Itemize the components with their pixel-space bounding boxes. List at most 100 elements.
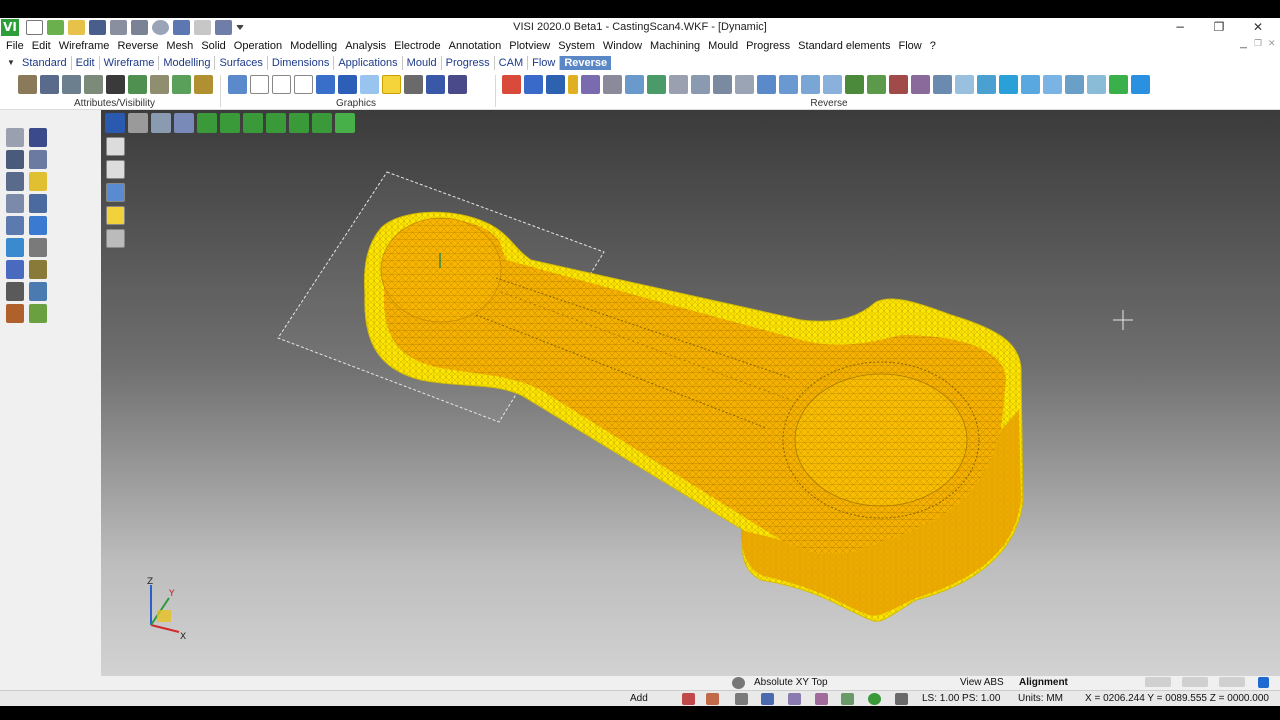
select-solid-icon[interactable] xyxy=(29,238,47,257)
menu-edit[interactable]: Edit xyxy=(28,40,55,52)
mesh-surface-icon[interactable] xyxy=(999,75,1018,94)
show-entity-icon[interactable] xyxy=(62,75,81,94)
zoom-icon[interactable] xyxy=(152,20,169,35)
query-icon[interactable] xyxy=(6,260,24,279)
select-edge-icon[interactable] xyxy=(29,194,47,213)
new-icon[interactable] xyxy=(26,20,43,35)
tab-dimensions[interactable]: Dimensions xyxy=(268,55,335,70)
shade-hidden-icon[interactable] xyxy=(106,160,125,179)
select-window-icon[interactable] xyxy=(6,150,24,169)
mesh-color-map-icon[interactable] xyxy=(1109,75,1128,94)
point-cloud-icon[interactable] xyxy=(502,75,521,94)
mesh-trim-icon[interactable] xyxy=(911,75,930,94)
menu-flow[interactable]: Flow xyxy=(895,40,926,52)
mesh-fit-icon[interactable] xyxy=(1021,75,1040,94)
print-icon[interactable] xyxy=(131,20,148,35)
select-filter-icon[interactable] xyxy=(29,128,47,147)
save-icon[interactable] xyxy=(89,20,106,35)
mesh-transform-icon[interactable] xyxy=(1087,75,1106,94)
mode-label[interactable]: Add xyxy=(630,693,648,704)
mdi-minimize-icon[interactable]: ▁ xyxy=(1240,39,1247,49)
menu-reverse[interactable]: Reverse xyxy=(113,40,162,52)
menu-modelling[interactable]: Modelling xyxy=(286,40,341,52)
status-info-icon[interactable] xyxy=(1258,677,1269,688)
shaded-edges-icon[interactable] xyxy=(338,75,357,94)
mesh-cylinder-icon[interactable] xyxy=(1065,75,1084,94)
layer-status-icon[interactable] xyxy=(815,693,828,705)
mesh-view-icon[interactable] xyxy=(404,75,423,94)
mesh-smooth-icon[interactable] xyxy=(625,75,644,94)
menu-window[interactable]: Window xyxy=(599,40,646,52)
menu-analysis[interactable]: Analysis xyxy=(341,40,390,52)
mesh-export-icon[interactable] xyxy=(1131,75,1150,94)
menu-solid[interactable]: Solid xyxy=(197,40,229,52)
redo-icon[interactable] xyxy=(194,20,211,35)
close-button[interactable]: ✕ xyxy=(1238,18,1278,37)
menu-progress[interactable]: Progress xyxy=(742,40,794,52)
mesh-clean-icon[interactable] xyxy=(581,75,600,94)
tab-reverse[interactable]: Reverse xyxy=(560,55,612,70)
properties-icon[interactable] xyxy=(6,304,24,323)
hide-entity-icon[interactable] xyxy=(84,75,103,94)
ribbon-dropdown-icon[interactable]: ▼ xyxy=(4,58,18,67)
restore-button[interactable]: ❐ xyxy=(1199,18,1239,37)
open-folder-icon[interactable] xyxy=(68,20,85,35)
attribute-icon[interactable] xyxy=(18,75,37,94)
tab-progress[interactable]: Progress xyxy=(442,55,495,70)
add-visibility-icon[interactable] xyxy=(172,75,191,94)
shade-mesh-icon[interactable] xyxy=(106,229,125,248)
menu-system[interactable]: System xyxy=(554,40,599,52)
customize-dropdown-icon[interactable] xyxy=(236,25,244,30)
undo-icon[interactable] xyxy=(173,20,190,35)
mesh-refine-icon[interactable] xyxy=(955,75,974,94)
clipping-icon[interactable] xyxy=(448,75,467,94)
mesh-merge-icon[interactable] xyxy=(735,75,754,94)
print-setup-icon[interactable] xyxy=(110,20,127,35)
menu-plotview[interactable]: Plotview xyxy=(505,40,554,52)
select-face-icon[interactable] xyxy=(6,216,24,235)
view-name[interactable]: Absolute XY Top xyxy=(754,677,828,688)
layer-manager-icon[interactable] xyxy=(29,304,47,323)
transparent-icon[interactable] xyxy=(360,75,379,94)
mesh-align-icon[interactable] xyxy=(757,75,776,94)
filter-icon[interactable] xyxy=(568,75,578,94)
regen-status-icon[interactable] xyxy=(868,693,881,705)
lock-icon[interactable] xyxy=(735,693,748,705)
shaded-icon[interactable] xyxy=(316,75,335,94)
remove-visibility-icon[interactable] xyxy=(194,75,213,94)
connecting-rod-mesh[interactable] xyxy=(364,211,1024,622)
regenerate-icon[interactable] xyxy=(228,75,247,94)
tab-modelling[interactable]: Modelling xyxy=(159,55,216,70)
view-search-icon[interactable] xyxy=(732,677,745,689)
minimize-button[interactable]: − xyxy=(1160,18,1200,37)
view-bottom-icon[interactable] xyxy=(289,113,309,133)
filter-status-icon[interactable] xyxy=(788,693,801,705)
shade-wire-icon[interactable] xyxy=(106,137,125,156)
snap-icon[interactable] xyxy=(682,693,695,705)
tab-surfaces[interactable]: Surfaces xyxy=(215,55,268,70)
tab-cam[interactable]: CAM xyxy=(495,55,529,70)
grid-snap-icon[interactable] xyxy=(706,693,719,705)
menu-standard-elements[interactable]: Standard elements xyxy=(794,40,894,52)
alignment-label[interactable]: Alignment xyxy=(1019,677,1068,688)
tab-edit[interactable]: Edit xyxy=(72,55,100,70)
menu-mesh[interactable]: Mesh xyxy=(162,40,197,52)
3d-viewport[interactable]: Z Y X xyxy=(101,110,1280,676)
menu-mould[interactable]: Mould xyxy=(704,40,742,52)
mdi-close-icon[interactable]: ✕ xyxy=(1268,39,1276,49)
view-menu-icon[interactable] xyxy=(105,113,125,133)
menu-machining[interactable]: Machining xyxy=(646,40,704,52)
shade-render-icon[interactable] xyxy=(106,206,125,225)
menu-wireframe[interactable]: Wireframe xyxy=(55,40,114,52)
layer-icon[interactable] xyxy=(40,75,59,94)
tab-applications[interactable]: Applications xyxy=(334,55,403,70)
unblank-icon[interactable] xyxy=(128,75,147,94)
grid-status-icon[interactable] xyxy=(895,693,908,705)
view-top-icon[interactable] xyxy=(197,113,217,133)
menu-help[interactable]: ? xyxy=(926,40,940,52)
shade-solid-icon[interactable] xyxy=(106,183,125,202)
render-icon[interactable] xyxy=(382,75,401,94)
view-side-icon[interactable] xyxy=(243,113,263,133)
tab-wireframe[interactable]: Wireframe xyxy=(100,55,160,70)
menu-file[interactable]: File xyxy=(2,40,28,52)
